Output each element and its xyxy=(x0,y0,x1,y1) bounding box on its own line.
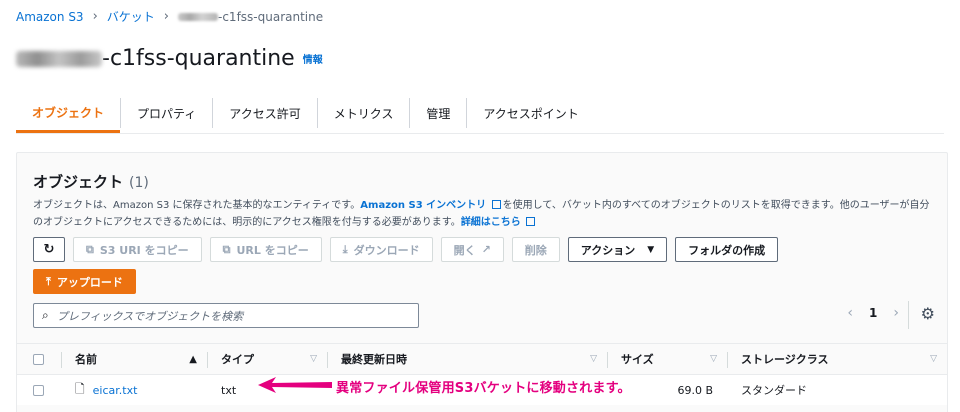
learn-more-link[interactable]: 詳細はこちら xyxy=(461,217,537,228)
column-size[interactable]: サイズ ▽ xyxy=(607,344,727,374)
breadcrumb: Amazon S3 › バケット › -c1fss-quarantine xyxy=(16,8,323,25)
object-link[interactable]: eicar.txt xyxy=(93,384,138,397)
sort-asc-icon: ▲ xyxy=(189,353,197,365)
toolbar: ↻ ⧉ S3 URI をコピー ⧉ URL をコピー ⤓ ダウンロード 開く ↗ 削除 … xyxy=(33,237,779,262)
copy-url-button[interactable]: ⧉ URL をコピー xyxy=(209,237,322,262)
actions-button[interactable]: アクション ▼ xyxy=(567,237,668,262)
caret-down-icon: ▼ xyxy=(647,244,655,255)
breadcrumb-amazon-s3[interactable]: Amazon S3 xyxy=(16,10,84,24)
column-type[interactable]: タイプ ▽ xyxy=(207,344,327,374)
column-storage-class[interactable]: ストレージクラス ▽ xyxy=(727,344,947,374)
annotation-text: 異常ファイル保管用S3バケットに移動されます。 xyxy=(336,381,631,396)
file-icon: 🗋 xyxy=(75,381,85,396)
upload-wrapper: ⤒ アップロード xyxy=(33,269,136,294)
copy-s3-uri-button[interactable]: ⧉ S3 URI をコピー xyxy=(73,237,202,262)
tab-metrics[interactable]: メトリクス xyxy=(318,98,411,128)
breadcrumb-current: -c1fss-quarantine xyxy=(178,10,323,24)
pagination: ‹ 1 › xyxy=(847,305,899,321)
sort-icon: ▽ xyxy=(930,354,937,364)
external-link-icon xyxy=(526,217,536,226)
search-icon: ⌕ xyxy=(42,308,49,322)
external-link-icon: ↗ xyxy=(481,243,491,256)
download-button[interactable]: ⤓ ダウンロード xyxy=(329,237,433,262)
tab-objects[interactable]: オブジェクト xyxy=(16,98,121,133)
next-page-icon[interactable]: › xyxy=(893,305,899,321)
object-storage-class-cell: スタンダード xyxy=(741,384,807,397)
copy-icon: ⧉ xyxy=(222,242,231,256)
tab-access-points[interactable]: アクセスポイント xyxy=(467,98,594,128)
external-link-icon xyxy=(491,200,501,209)
search-input[interactable]: ⌕ プレフィックスでオブジェクトを検索 xyxy=(33,303,419,328)
breadcrumb-buckets[interactable]: バケット xyxy=(107,8,155,25)
redacted-text xyxy=(16,50,102,67)
upload-button[interactable]: ⤒ アップロード xyxy=(33,269,136,294)
tab-bar: オブジェクト プロパティ アクセス許可 メトリクス 管理 アクセスポイント xyxy=(16,98,944,134)
sort-icon: ▽ xyxy=(310,354,317,364)
copy-icon: ⧉ xyxy=(86,242,94,256)
open-button[interactable]: 開く ↗ xyxy=(440,237,504,262)
page-title: -c1fss-quarantine 情報 xyxy=(16,46,323,71)
divider xyxy=(908,301,909,329)
select-all-checkbox[interactable] xyxy=(17,344,61,374)
tab-permissions[interactable]: アクセス許可 xyxy=(213,98,318,128)
annotation-arrow xyxy=(258,377,332,393)
create-folder-button[interactable]: フォルダの作成 xyxy=(675,237,779,262)
object-count: (1) xyxy=(129,175,149,191)
info-link[interactable]: 情報 xyxy=(303,51,323,66)
tab-management[interactable]: 管理 xyxy=(410,98,468,128)
delete-button[interactable]: 削除 xyxy=(511,237,560,262)
sort-icon: ▽ xyxy=(710,354,717,364)
refresh-button[interactable]: ↻ xyxy=(33,237,65,262)
refresh-icon: ↻ xyxy=(43,242,55,257)
table-header: 名前 ▲ タイプ ▽ 最終更新日時 ▽ サイズ ▽ ストレージクラス ▽ xyxy=(17,343,947,375)
object-name-cell: 🗋 eicar.txt xyxy=(61,375,207,405)
panel-header: オブジェクト (1) xyxy=(33,171,149,192)
column-name[interactable]: 名前 ▲ xyxy=(61,344,207,374)
upload-icon: ⤒ xyxy=(46,274,51,288)
download-icon: ⤓ xyxy=(342,242,348,256)
gear-icon[interactable]: ⚙ xyxy=(921,304,935,323)
row-checkbox[interactable] xyxy=(17,375,61,405)
panel-title: オブジェクト xyxy=(33,173,124,191)
current-page[interactable]: 1 xyxy=(869,306,877,320)
tab-properties[interactable]: プロパティ xyxy=(120,98,214,128)
redacted-text xyxy=(178,12,218,21)
chevron-right-icon: › xyxy=(92,9,98,24)
objects-panel: オブジェクト (1) オブジェクトは、Amazon S3 に保存された基本的なエ… xyxy=(16,152,948,412)
column-last-modified[interactable]: 最終更新日時 ▽ xyxy=(327,344,607,374)
panel-description: オブジェクトは、Amazon S3 に保存された基本的なエンティティです。Ama… xyxy=(33,200,930,228)
sort-icon: ▽ xyxy=(590,354,597,364)
bucket-name: -c1fss-quarantine xyxy=(102,46,295,71)
inventory-link[interactable]: Amazon S3 インベントリ xyxy=(360,200,502,211)
prev-page-icon[interactable]: ‹ xyxy=(847,305,853,321)
chevron-right-icon: › xyxy=(163,9,169,24)
